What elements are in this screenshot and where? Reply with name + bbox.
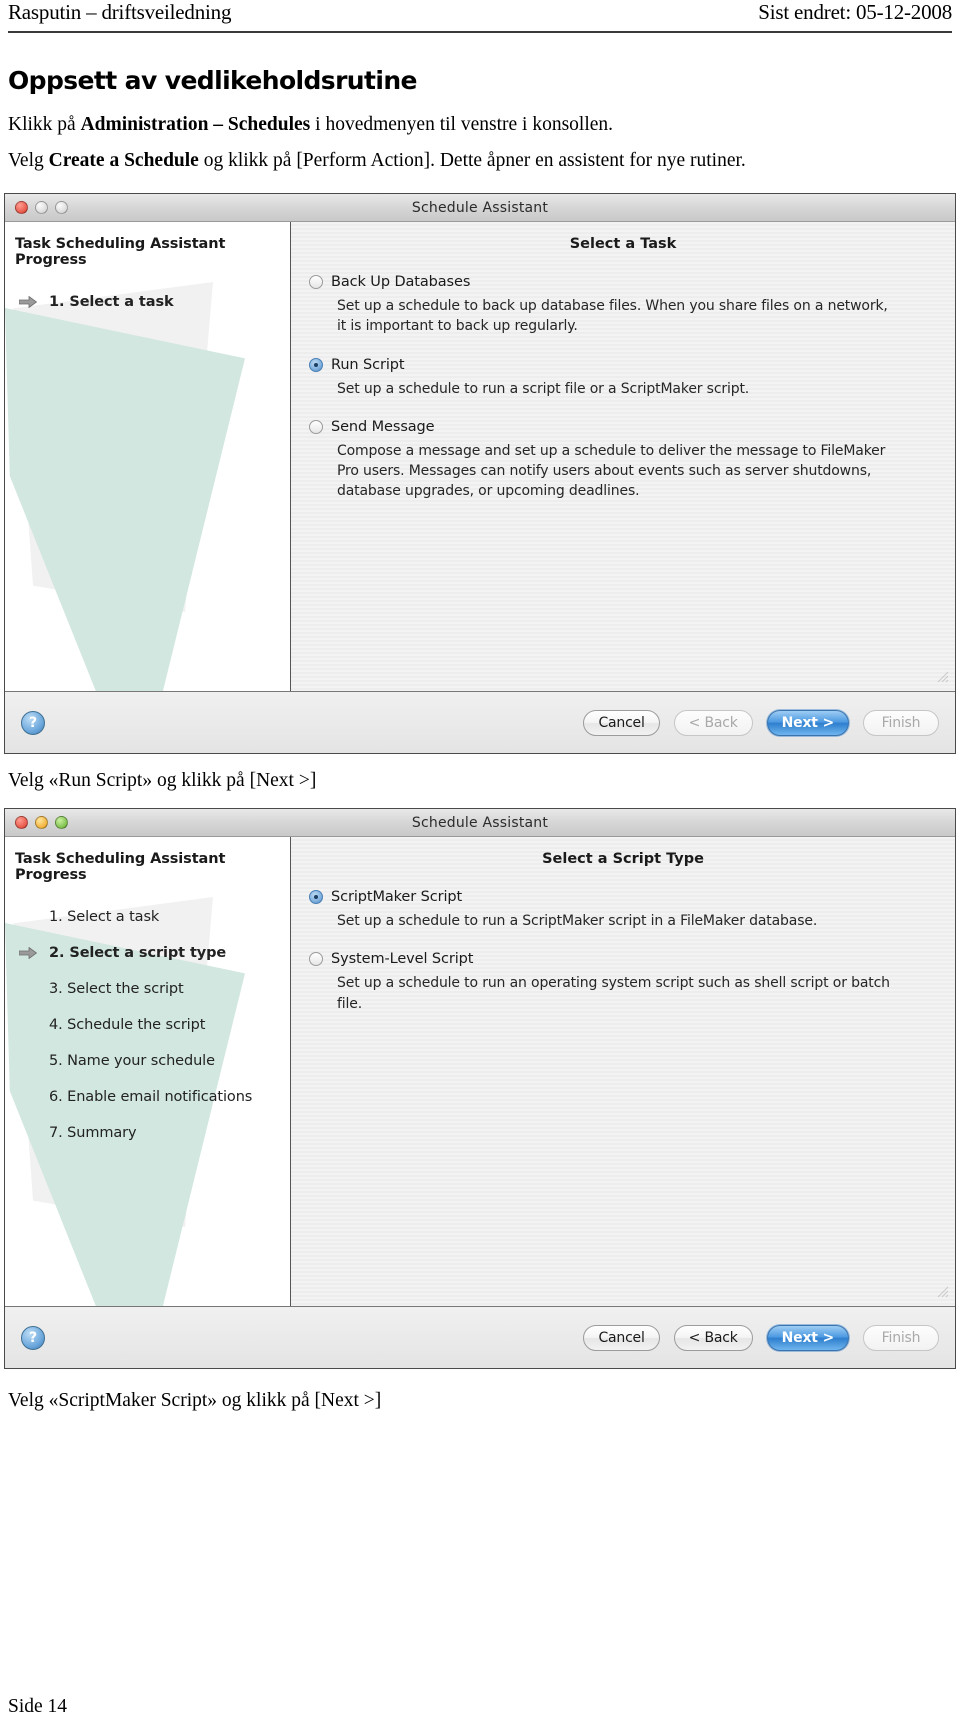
- finish-button: Finish: [863, 1324, 939, 1351]
- intro-paragraph-2: Velg Create a Schedule og klikk på [Perf…: [8, 150, 746, 172]
- page-footer: Side 14: [8, 1696, 68, 1717]
- window2-step-label-5: 5. Name your schedule: [49, 1053, 215, 1069]
- window2-pane-title: Select a Script Type: [542, 851, 704, 867]
- window2-step-label-2: 2. Select a script type: [49, 945, 227, 961]
- window2-titlebar[interactable]: Schedule Assistant: [5, 809, 955, 837]
- caption-after-window-1: Velg «Run Script» og klikk på [Next >]: [8, 770, 317, 791]
- para2-pre: Velg: [8, 150, 49, 171]
- window2-step-label-7: 7. Summary: [49, 1125, 137, 1141]
- next-button[interactable]: Next >: [766, 1324, 849, 1351]
- current-step-arrow-icon: [18, 295, 38, 309]
- window2-body: Task Scheduling Assistant Progress 1. Se…: [5, 837, 955, 1306]
- window1-titlebar[interactable]: Schedule Assistant: [5, 194, 955, 222]
- window2-step-item-2[interactable]: 2. Select a script type: [5, 935, 290, 971]
- window1-footer-bar: ? Cancel < Back Next > Finish: [5, 691, 955, 753]
- window2-step-item-1[interactable]: 1. Select a task: [5, 899, 290, 935]
- window2-step-item-3[interactable]: 3. Select the script: [5, 971, 290, 1007]
- sidebar-ribbon-green-decoration: [5, 308, 245, 691]
- sidebar-ribbon-gray-decoration: [13, 282, 213, 612]
- para1-bold: Administration – Schedules: [80, 114, 311, 135]
- window2-step-item-4[interactable]: 4. Schedule the script: [5, 1007, 290, 1043]
- caption-after-window-2: Velg «ScriptMaker Script» og klikk på [N…: [8, 1390, 382, 1411]
- option-label-send-message: Send Message: [331, 418, 435, 435]
- header-divider: [8, 31, 952, 33]
- window2-step-item-5[interactable]: 5. Name your schedule: [5, 1043, 290, 1079]
- back-button[interactable]: < Back: [673, 1324, 753, 1351]
- option-back-up-databases[interactable]: Back Up Databases Set up a schedule to b…: [309, 274, 937, 337]
- option-desc-system-level-script: Set up a schedule to run an operating sy…: [337, 975, 890, 1012]
- window1-body: Task Scheduling Assistant Progress 1. Se…: [5, 222, 955, 691]
- window2-sidebar-title: Task Scheduling Assistant Progress: [15, 851, 226, 883]
- radio-system-level-script[interactable]: [309, 952, 323, 967]
- window1-step-item-1[interactable]: 1. Select a task: [5, 284, 290, 320]
- para1-pre: Klikk på: [8, 114, 81, 135]
- header-right-modified: Sist endret: 05-12-2008: [758, 0, 952, 24]
- option-label-back-up-databases: Back Up Databases: [331, 274, 471, 290]
- window2-step-label-4: 4. Schedule the script: [49, 1017, 206, 1033]
- window2-step-list: 1. Select a task 2. Select a script type…: [5, 899, 290, 1151]
- next-button[interactable]: Next >: [766, 709, 849, 736]
- option-send-message[interactable]: Send Message Compose a message and set u…: [309, 419, 937, 502]
- option-system-level-script[interactable]: System-Level Script Set up a schedule to…: [309, 951, 937, 1014]
- window2-content-pane: Select a Script Type ScriptMaker Script …: [291, 837, 955, 1306]
- radio-scriptmaker-script[interactable]: [309, 890, 323, 904]
- window2-step-label-3: 3. Select the script: [49, 981, 184, 997]
- cancel-button[interactable]: Cancel: [583, 1324, 660, 1351]
- option-label-scriptmaker-script: ScriptMaker Script: [331, 889, 463, 905]
- radio-send-message[interactable]: [309, 419, 323, 434]
- option-run-script[interactable]: Run Script Set up a schedule to run a sc…: [309, 357, 937, 399]
- radio-back-up-databases[interactable]: [309, 275, 323, 289]
- window2-step-item-6[interactable]: 6. Enable email notifications: [5, 1079, 290, 1115]
- schedule-assistant-window-2: Schedule Assistant Task Scheduling Assis…: [4, 808, 956, 1369]
- option-scriptmaker-script[interactable]: ScriptMaker Script Set up a schedule to …: [309, 889, 937, 931]
- schedule-assistant-window-1: Schedule Assistant Task Scheduling Assis…: [4, 193, 956, 754]
- intro-paragraph-1: Klikk på Administration – Schedules i ho…: [8, 114, 613, 136]
- option-label-system-level-script: System-Level Script: [331, 951, 474, 968]
- help-icon[interactable]: ?: [21, 1325, 45, 1350]
- window1-sidebar-title: Task Scheduling Assistant Progress: [15, 236, 226, 268]
- window2-title: Schedule Assistant: [411, 814, 549, 831]
- window1-title: Schedule Assistant: [411, 199, 549, 216]
- window1-content-pane: Select a Task Back Up Databases Set up a…: [291, 222, 955, 691]
- radio-run-script[interactable]: [309, 357, 323, 372]
- para1-post: i hovedmenyen til venstre i konsollen.: [310, 114, 614, 135]
- resize-grip-icon[interactable]: [935, 1284, 949, 1298]
- cancel-button[interactable]: Cancel: [583, 709, 660, 736]
- window2-footer-bar: ? Cancel < Back Next > Finish: [5, 1306, 955, 1368]
- resize-grip-icon[interactable]: [935, 669, 949, 683]
- window1-pane-title: Select a Task: [569, 236, 677, 252]
- option-desc-run-script: Set up a schedule to run a script file o…: [337, 380, 750, 397]
- window2-step-item-7[interactable]: 7. Summary: [5, 1115, 290, 1151]
- window1-step-label-1: 1. Select a task: [49, 294, 174, 310]
- help-icon[interactable]: ?: [21, 710, 45, 735]
- option-desc-send-message: Compose a message and set up a schedule …: [337, 442, 886, 500]
- para2-post: og klikk på [Perform Action]. Dette åpne…: [198, 150, 746, 171]
- window2-step-label-1: 1. Select a task: [49, 909, 160, 925]
- window1-button-group: Cancel < Back Next > Finish: [583, 709, 939, 736]
- window1-step-list: 1. Select a task: [5, 284, 290, 320]
- option-desc-scriptmaker-script: Set up a schedule to run a ScriptMaker s…: [337, 913, 818, 929]
- window2-button-group: Cancel < Back Next > Finish: [583, 1324, 939, 1351]
- window2-sidebar: Task Scheduling Assistant Progress 1. Se…: [5, 837, 291, 1306]
- page-title: Oppsett av vedlikeholdsrutine: [8, 66, 417, 95]
- current-step-arrow-icon: [18, 946, 38, 960]
- para2-bold: Create a Schedule: [48, 150, 199, 171]
- header-left-title: Rasputin – driftsveiledning: [8, 0, 232, 24]
- page-header: Rasputin – driftsveiledning Sist endret:…: [8, 0, 952, 33]
- window1-sidebar: Task Scheduling Assistant Progress 1. Se…: [5, 222, 291, 691]
- window2-step-label-6: 6. Enable email notifications: [49, 1089, 253, 1105]
- finish-button: Finish: [863, 709, 939, 736]
- option-label-run-script: Run Script: [331, 356, 405, 373]
- back-button: < Back: [673, 709, 753, 736]
- option-desc-back-up-databases: Set up a schedule to back up database fi…: [337, 298, 888, 335]
